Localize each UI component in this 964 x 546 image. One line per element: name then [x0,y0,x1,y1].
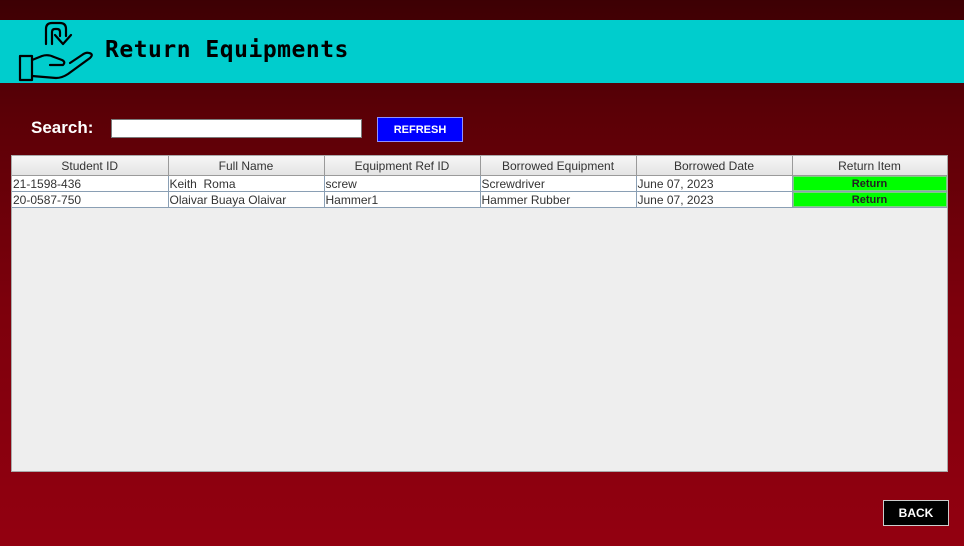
header-bar: Return Equipments [0,20,964,83]
cell-borrowed-date[interactable]: June 07, 2023 [636,175,793,192]
cell-borrowed-date[interactable]: June 07, 2023 [636,191,793,208]
column-header-borrowed-date[interactable]: Borrowed Date [636,156,793,176]
cell-full-name[interactable]: Keith Roma [168,175,325,192]
column-header-equipment-ref-id[interactable]: Equipment Ref ID [324,156,481,176]
column-header-full-name[interactable]: Full Name [168,156,325,176]
cell-student-id[interactable]: 21-1598-436 [12,175,169,192]
table-header-row: Student ID Full Name Equipment Ref ID Bo… [12,156,947,176]
search-input[interactable] [111,119,362,138]
cell-student-id[interactable]: 20-0587-750 [12,191,169,208]
cell-return-item: Return [792,191,947,208]
table-row[interactable]: 21-1598-436 Keith Roma screw Screwdriver… [12,175,947,192]
refresh-button[interactable]: REFRESH [377,117,463,142]
table-row[interactable]: 20-0587-750 Olaivar Buaya Olaivar Hammer… [12,191,947,208]
equipment-table[interactable]: Student ID Full Name Equipment Ref ID Bo… [11,155,948,472]
column-header-student-id[interactable]: Student ID [12,156,169,176]
page-title: Return Equipments [105,37,349,63]
column-header-borrowed-equipment[interactable]: Borrowed Equipment [480,156,637,176]
cell-borrowed-equipment[interactable]: Hammer Rubber [480,191,637,208]
cell-borrowed-equipment[interactable]: Screwdriver [480,175,637,192]
cell-equipment-ref-id[interactable]: screw [324,175,481,192]
return-button[interactable]: Return [792,176,946,191]
search-label: Search: [31,118,94,137]
cell-return-item: Return [792,175,947,192]
cell-full-name[interactable]: Olaivar Buaya Olaivar [168,191,325,208]
return-button[interactable]: Return [792,192,946,207]
return-hand-icon [18,21,93,82]
back-button[interactable]: BACK [883,500,949,526]
column-header-return-item[interactable]: Return Item [792,156,947,176]
cell-equipment-ref-id[interactable]: Hammer1 [324,191,481,208]
